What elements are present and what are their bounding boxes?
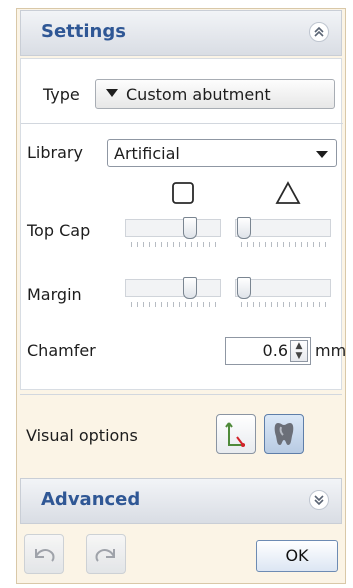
type-value: Custom abutment — [126, 85, 271, 104]
chevron-down-double-icon[interactable] — [309, 490, 329, 510]
library-select[interactable]: Artificial — [107, 139, 337, 167]
margin-triangle-thumb[interactable] — [237, 277, 251, 299]
advanced-title: Advanced — [41, 489, 141, 510]
spin-arrows-icon[interactable]: ▲ ▼ — [290, 340, 308, 362]
settings-panel: Settings Type Custom abutment Library Ar… — [0, 0, 353, 588]
top-cap-square-slider[interactable] — [125, 219, 221, 237]
chevron-up-double-icon[interactable] — [309, 22, 329, 42]
divider — [21, 123, 343, 124]
undo-icon[interactable] — [24, 534, 64, 574]
chamfer-value: 0.6 — [262, 341, 288, 360]
triangle-icon — [275, 181, 301, 204]
visual-options-label: Visual options — [26, 426, 138, 445]
dropdown-arrow-icon — [316, 151, 328, 158]
margin-square-slider[interactable] — [125, 279, 221, 297]
slider-ticks — [241, 242, 327, 247]
redo-icon[interactable] — [86, 534, 126, 574]
dropdown-arrow-icon — [106, 89, 118, 97]
margin-square-thumb[interactable] — [183, 277, 197, 299]
top-cap-triangle-thumb[interactable] — [237, 217, 251, 239]
settings-header[interactable]: Settings — [20, 10, 342, 56]
advanced-header[interactable]: Advanced — [20, 478, 342, 524]
library-label: Library — [27, 143, 83, 162]
chamfer-label: Chamfer — [27, 341, 96, 360]
settings-title: Settings — [41, 21, 126, 42]
type-label: Type — [43, 85, 80, 104]
top-cap-label: Top Cap — [27, 221, 91, 240]
slider-ticks — [131, 302, 217, 307]
slider-ticks — [241, 302, 327, 307]
square-icon — [172, 182, 194, 204]
top-cap-square-thumb[interactable] — [183, 217, 197, 239]
type-dropdown-button[interactable]: Custom abutment — [95, 79, 335, 109]
ok-button[interactable]: OK — [256, 540, 338, 572]
tooth-shade-icon[interactable] — [264, 414, 304, 454]
axis-measure-icon[interactable] — [216, 414, 256, 454]
library-value: Artificial — [114, 144, 180, 163]
chamfer-spinbox[interactable]: 0.6 ▲ ▼ — [225, 337, 311, 365]
divider — [20, 394, 342, 395]
slider-ticks — [131, 242, 217, 247]
settings-content: Type Custom abutment Library Artificial … — [20, 58, 346, 390]
chamfer-unit: mm — [315, 341, 347, 360]
margin-label: Margin — [27, 285, 82, 304]
